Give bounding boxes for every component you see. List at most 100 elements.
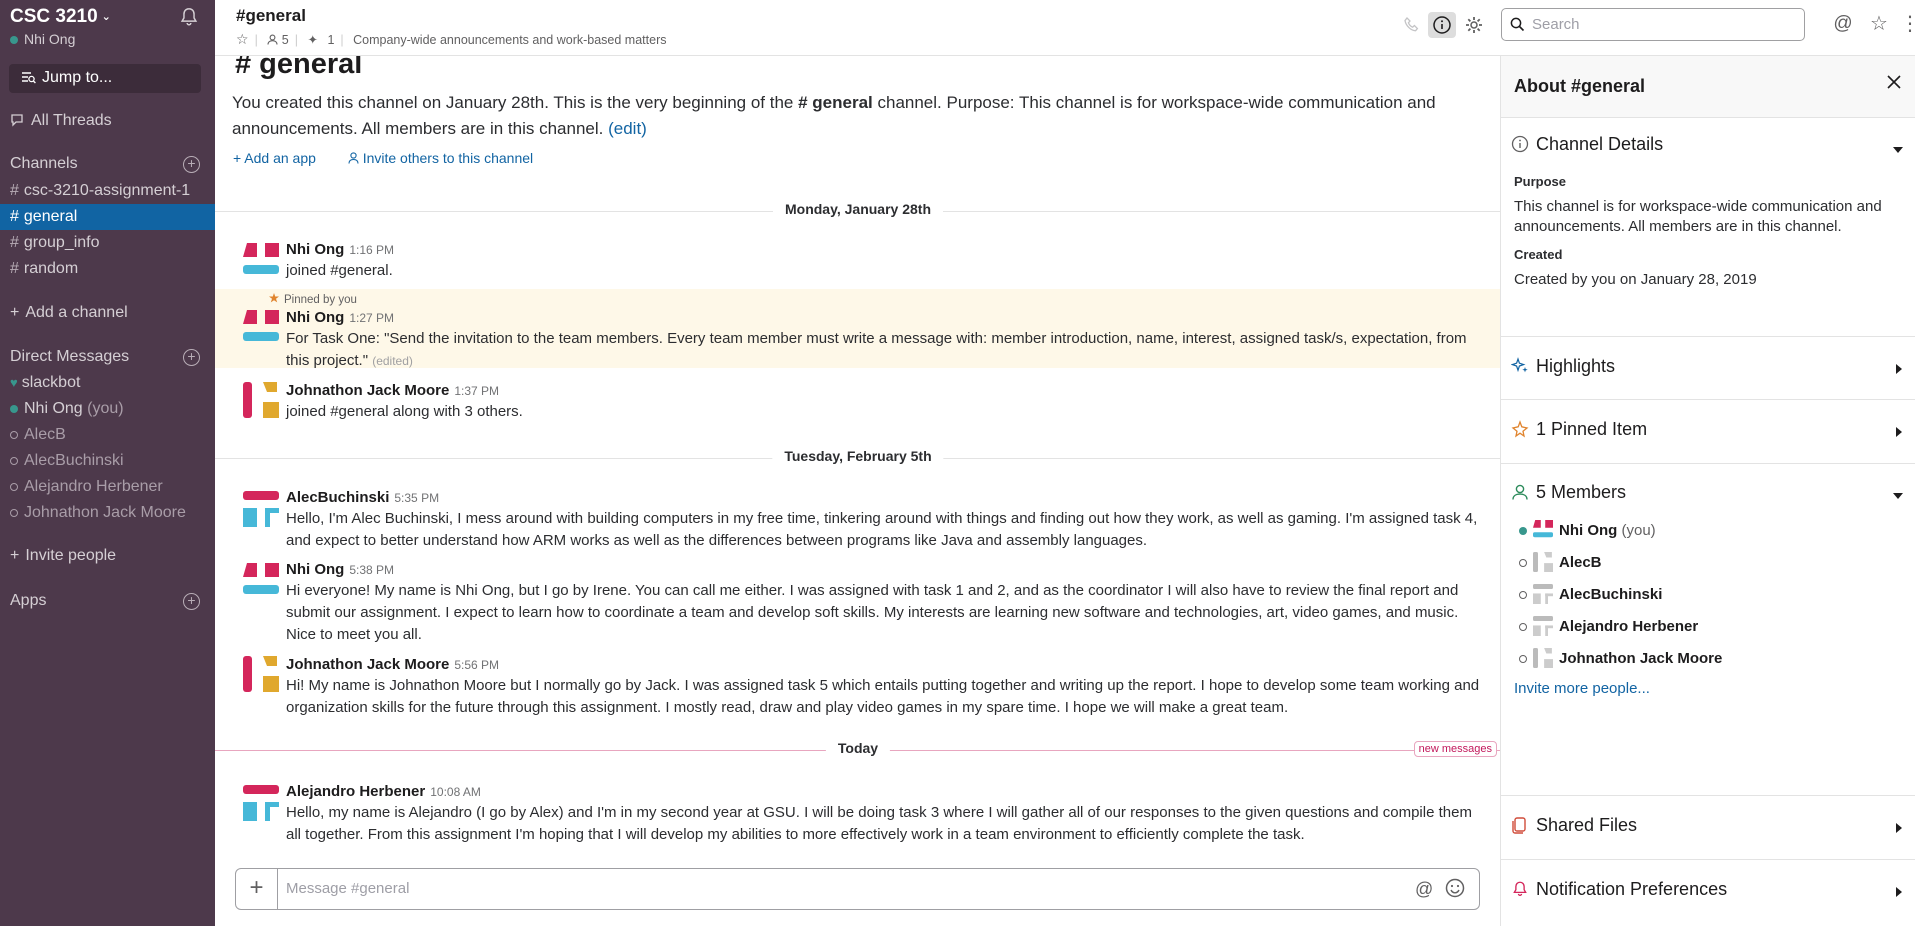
- message-composer[interactable]: + Message #general @: [235, 868, 1480, 910]
- members-toggle[interactable]: 5 Members: [1511, 482, 1626, 503]
- emoji-icon[interactable]: [1444, 877, 1466, 899]
- chevron-right-icon[interactable]: [1896, 823, 1902, 833]
- member-name: Alejandro Herbener: [1559, 618, 1699, 635]
- message[interactable]: Johnathon Jack Moore 5:56 PM Hi! My name …: [215, 656, 1501, 728]
- sidebar-dm-johnathon-jack-moore[interactable]: Johnathon Jack Moore: [0, 500, 215, 526]
- member-name: AlecB: [1559, 554, 1602, 571]
- message-author[interactable]: Johnathon Jack Moore: [286, 656, 449, 673]
- gear-icon[interactable]: [1460, 12, 1488, 38]
- add-channel-icon[interactable]: +: [183, 156, 200, 173]
- message-header: Alejandro Herbener 10:08 AM: [286, 783, 481, 800]
- message[interactable]: Alejandro Herbener 10:08 AM Hello, my nam…: [215, 783, 1501, 855]
- message-timestamp[interactable]: 5:38 PM: [349, 563, 394, 577]
- shared-files-toggle[interactable]: Shared Files: [1511, 815, 1637, 836]
- message-timestamp[interactable]: 10:08 AM: [430, 785, 481, 799]
- notification-preferences-section[interactable]: Notification Preferences: [1501, 860, 1915, 924]
- add-app-icon[interactable]: +: [183, 593, 200, 610]
- apps-heading[interactable]: Apps: [10, 592, 46, 610]
- presence-away-icon: [10, 508, 18, 517]
- sidebar-channel-csc-3210-assignment-1[interactable]: # csc-3210-assignment-1: [0, 178, 215, 204]
- message-timestamp[interactable]: 5:35 PM: [394, 491, 439, 505]
- message-timestamp[interactable]: 1:27 PM: [349, 311, 394, 325]
- direct-messages-heading[interactable]: Direct Messages: [10, 348, 129, 366]
- add-dm-icon[interactable]: +: [183, 349, 200, 366]
- shared-files-section[interactable]: Shared Files: [1501, 796, 1915, 860]
- avatar[interactable]: [243, 491, 279, 527]
- add-app-link[interactable]: + Add an app: [233, 150, 330, 166]
- avatar[interactable]: [243, 563, 279, 599]
- invite-more-link[interactable]: Invite more people...: [1514, 680, 1650, 697]
- notification-preferences-toggle[interactable]: Notification Preferences: [1511, 879, 1727, 900]
- member-row[interactable]: Nhi Ong (you): [1519, 520, 1656, 540]
- channel-title[interactable]: #general: [236, 6, 306, 26]
- avatar[interactable]: [243, 656, 279, 692]
- intro-channel-ref[interactable]: # general: [798, 93, 873, 112]
- message-author[interactable]: Alejandro Herbener: [286, 783, 425, 800]
- mentions-icon[interactable]: @: [1829, 12, 1857, 38]
- message-timestamp[interactable]: 1:16 PM: [349, 243, 394, 257]
- sidebar-channel-group-info[interactable]: # group_info: [0, 230, 215, 256]
- message-list[interactable]: # general You created this channel on Ja…: [215, 56, 1501, 856]
- all-threads-link[interactable]: All Threads: [10, 112, 112, 130]
- member-row[interactable]: Alejandro Herbener: [1519, 616, 1698, 636]
- workspace-switcher[interactable]: CSC 3210 ⌄: [10, 6, 111, 28]
- presence-active-icon: [1519, 527, 1527, 536]
- phone-icon[interactable]: [1398, 12, 1426, 38]
- message[interactable]: Nhi Ong 1:16 PM joined #general.: [215, 241, 1501, 291]
- avatar[interactable]: [243, 785, 279, 821]
- avatar[interactable]: [243, 382, 279, 418]
- chevron-down-icon[interactable]: [1893, 147, 1903, 153]
- sidebar-channel-general[interactable]: # general: [0, 204, 215, 230]
- more-options-icon[interactable]: ⋮: [1896, 12, 1915, 38]
- channels-heading[interactable]: Channels: [10, 155, 78, 173]
- member-row[interactable]: Johnathon Jack Moore: [1519, 648, 1722, 668]
- message-timestamp[interactable]: 1:37 PM: [454, 384, 499, 398]
- chevron-right-icon[interactable]: [1896, 887, 1902, 897]
- channel-details-toggle[interactable]: Channel Details: [1511, 134, 1663, 155]
- channel-info-icon[interactable]: [1428, 12, 1456, 38]
- mention-icon[interactable]: @: [1415, 879, 1433, 900]
- member-row[interactable]: AlecBuchinski: [1519, 584, 1662, 604]
- invite-others-link[interactable]: Invite others to this channel: [348, 150, 547, 166]
- avatar[interactable]: [243, 243, 279, 279]
- sidebar-dm-alecb[interactable]: AlecB: [0, 422, 215, 448]
- close-icon[interactable]: [1886, 74, 1902, 90]
- message-author[interactable]: Nhi Ong: [286, 241, 344, 258]
- bell-icon[interactable]: [178, 6, 200, 28]
- members-count-button[interactable]: 5: [267, 33, 289, 47]
- sidebar-dm-alejandro-herbener[interactable]: Alejandro Herbener: [0, 474, 215, 500]
- chevron-right-icon[interactable]: [1896, 364, 1902, 374]
- message-input[interactable]: Message #general: [286, 880, 409, 897]
- sidebar-channel-random[interactable]: # random: [0, 256, 215, 282]
- highlights-section[interactable]: Highlights: [1501, 337, 1915, 400]
- pinned-toggle[interactable]: 1 Pinned Item: [1511, 419, 1647, 440]
- search-input[interactable]: Search: [1501, 8, 1805, 41]
- message-author[interactable]: AlecBuchinski: [286, 489, 389, 506]
- sidebar-dm-alecbuchinski[interactable]: AlecBuchinski: [0, 448, 215, 474]
- edit-purpose-link[interactable]: (edit): [608, 119, 647, 138]
- highlights-toggle[interactable]: Highlights: [1510, 356, 1615, 377]
- message-pinned[interactable]: Pinned by you Nhi Ong 1:27 PM For Task On…: [215, 289, 1501, 369]
- chevron-right-icon[interactable]: [1896, 427, 1902, 437]
- message-author[interactable]: Nhi Ong: [286, 309, 344, 326]
- pinned-section[interactable]: 1 Pinned Item: [1501, 400, 1915, 464]
- invite-people-button[interactable]: + Invite people: [10, 547, 116, 565]
- message[interactable]: Nhi Ong 5:38 PM Hi everyone! My name is N…: [215, 561, 1501, 655]
- message[interactable]: AlecBuchinski 5:35 PM Hello, I'm Alec Buc…: [215, 489, 1501, 561]
- attach-button[interactable]: +: [236, 869, 278, 909]
- message-timestamp[interactable]: 5:56 PM: [454, 658, 499, 672]
- sidebar-dm-slackbot[interactable]: ♥ slackbot: [0, 370, 215, 396]
- member-row[interactable]: AlecB: [1519, 552, 1602, 572]
- message-author[interactable]: Johnathon Jack Moore: [286, 382, 449, 399]
- jump-to-button[interactable]: Jump to...: [9, 64, 201, 93]
- channel-topic[interactable]: Company-wide announcements and work-base…: [353, 33, 666, 47]
- message[interactable]: Johnathon Jack Moore 1:37 PM joined #gene…: [215, 382, 1501, 432]
- chevron-down-icon[interactable]: [1893, 493, 1903, 499]
- starred-items-icon[interactable]: ☆: [1865, 12, 1893, 38]
- star-icon[interactable]: ☆: [236, 31, 249, 47]
- avatar[interactable]: [243, 310, 279, 346]
- sidebar-dm-nhi-ong[interactable]: Nhi Ong (you): [0, 396, 215, 422]
- pins-count-button[interactable]: ✦ 1: [307, 33, 334, 47]
- message-author[interactable]: Nhi Ong: [286, 561, 344, 578]
- add-channel-button[interactable]: + Add a channel: [10, 304, 128, 322]
